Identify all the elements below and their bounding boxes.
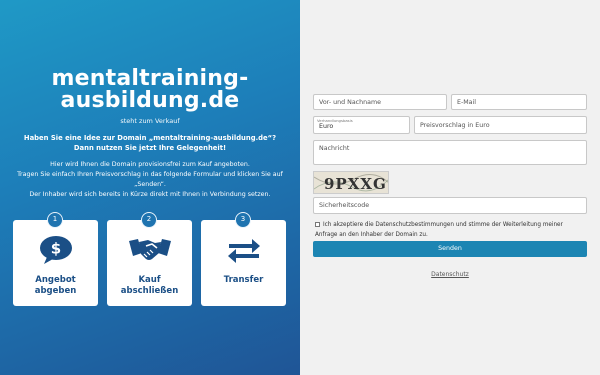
description: Hier wird Ihnen die Domain provisionsfre… <box>14 160 286 200</box>
step-number: 1 <box>47 212 63 228</box>
message-field[interactable]: Nachricht <box>313 140 587 165</box>
step-number: 2 <box>141 212 157 228</box>
domain-title-line2: ausbildung.de <box>60 88 240 113</box>
step-card-purchase: 2 Kauf abschließen <box>107 212 192 306</box>
headline: Haben Sie eine Idee zur Domain „mentaltr… <box>14 133 286 153</box>
price-field[interactable]: Preisvorschlag in Euro <box>414 116 587 134</box>
step-number: 3 <box>235 212 251 228</box>
step-label-line2: abgeben <box>34 286 77 296</box>
for-sale-text: steht zum Verkauf <box>120 117 180 125</box>
transfer-arrows-icon <box>201 235 286 265</box>
dollar-speech-bubble-icon: $ <box>13 235 98 265</box>
step-card-offer: 1 $ Angebot abgeben <box>13 212 98 306</box>
captcha-image: 9PXXG <box>313 171 389 194</box>
captcha-text: 9PXXG <box>324 175 387 193</box>
step-card-transfer: 3 Transfer <box>201 212 286 306</box>
description-line2: Tragen Sie einfach Ihren Preisvorschlag … <box>17 171 283 188</box>
currency-value: Euro <box>319 123 334 130</box>
step-label-line1: Kauf <box>138 275 161 285</box>
headline-line2: Dann nutzen Sie jetzt Ihre Gelegenheit! <box>73 144 227 152</box>
step-label-line1: Transfer <box>223 275 264 285</box>
consent-row: Ich akzeptiere die Datenschutzbestimmung… <box>315 220 587 240</box>
step-label: Angebot abgeben <box>13 275 98 297</box>
handshake-icon <box>107 235 192 265</box>
name-field[interactable]: Vor- und Nachname <box>313 94 447 110</box>
security-code-field[interactable]: Sicherheitscode <box>313 197 587 214</box>
currency-label: Verhandlungsbasis <box>317 118 353 123</box>
privacy-link[interactable]: Datenschutz <box>300 271 600 278</box>
consent-checkbox[interactable] <box>315 222 320 227</box>
description-line1: Hier wird Ihnen die Domain provisionsfre… <box>50 161 250 168</box>
svg-text:$: $ <box>50 240 60 258</box>
send-button[interactable]: Senden <box>313 241 587 257</box>
consent-text: Ich akzeptiere die Datenschutzbestimmung… <box>315 222 563 238</box>
domain-title: mentaltraining- ausbildung.de <box>0 68 300 112</box>
step-label: Transfer <box>201 275 286 286</box>
email-field[interactable]: E-Mail <box>451 94 587 110</box>
step-label: Kauf abschließen <box>107 275 192 297</box>
currency-select[interactable]: Verhandlungsbasis Euro <box>313 116 410 134</box>
headline-line1: Haben Sie eine Idee zur Domain „mentaltr… <box>23 134 277 142</box>
step-label-line2: abschließen <box>120 286 179 296</box>
description-line3: Der Inhaber wird sich bereits in Kürze d… <box>29 191 271 198</box>
left-panel: mentaltraining- ausbildung.de steht zum … <box>0 0 300 375</box>
domain-title-line1: mentaltraining- <box>51 66 249 91</box>
step-label-line1: Angebot <box>35 275 76 285</box>
